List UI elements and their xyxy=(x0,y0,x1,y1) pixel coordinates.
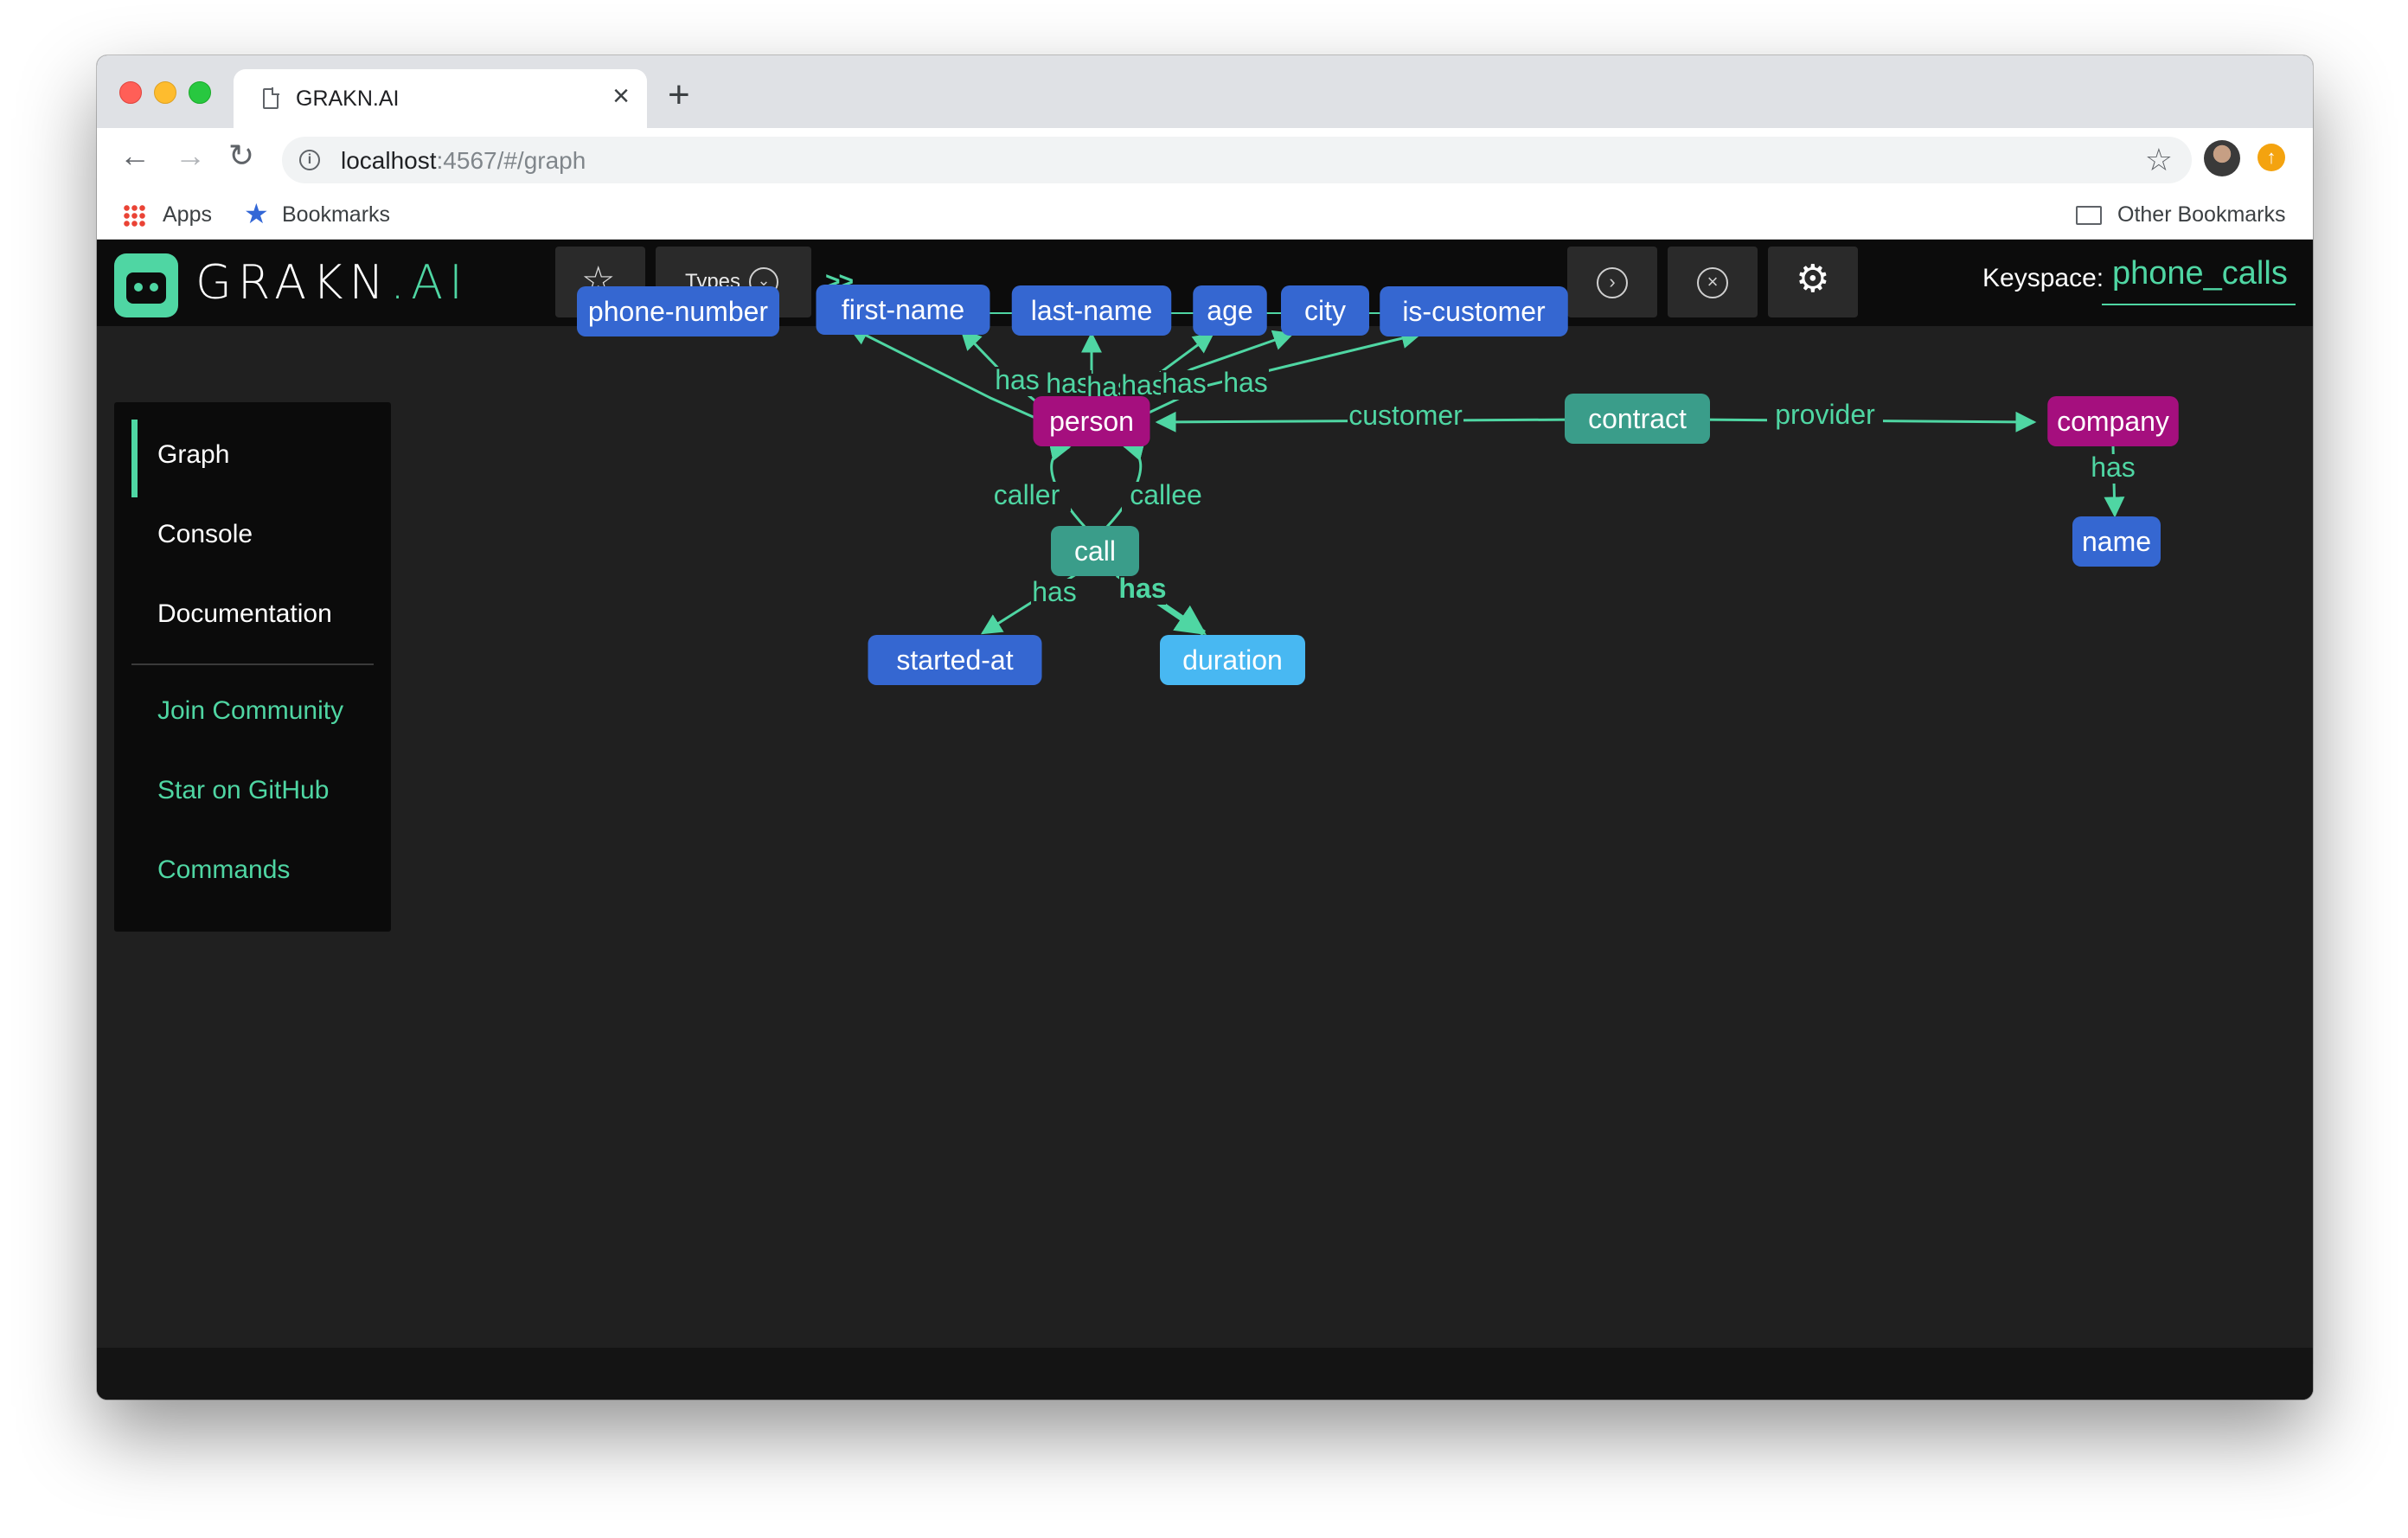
graph-edge-label: customer xyxy=(1348,400,1463,431)
graph-edge-label: has xyxy=(1162,368,1207,399)
graph-node-label: duration xyxy=(1182,644,1283,676)
graph-node-last-name[interactable]: last-name xyxy=(1011,285,1172,336)
graph-visualization[interactable]: has hashashashas hascustomer providerhascal… xyxy=(97,55,2313,1400)
sidebar-item-console[interactable]: Console xyxy=(157,520,253,549)
graph-edge-label: provider xyxy=(1775,399,1875,430)
graph-node-phone-number[interactable]: phone-number xyxy=(577,286,779,336)
graph-node-age[interactable]: age xyxy=(1193,285,1267,336)
graph-node-company[interactable]: company xyxy=(2047,396,2179,446)
graph-node-duration[interactable]: duration xyxy=(1160,635,1305,685)
graph-node-call[interactable]: call xyxy=(1051,526,1139,576)
graph-edge-label: callee xyxy=(1130,479,1202,510)
graph-node-label: started-at xyxy=(896,644,1013,676)
graph-edge-label: has xyxy=(1032,576,1077,607)
sidebar-item-graph[interactable]: Graph xyxy=(157,440,229,470)
graph-node-city[interactable]: city xyxy=(1281,285,1369,336)
graph-edge-label: has xyxy=(2091,452,2136,483)
graph-node-label: contract xyxy=(1588,403,1687,434)
sidebar-link-star-github[interactable]: Star on GitHub xyxy=(157,776,329,805)
graph-edge-label: has xyxy=(1118,573,1166,604)
graph-node-label: city xyxy=(1304,295,1346,326)
graph-edge-label: caller xyxy=(994,479,1060,510)
graph-node-first-name[interactable]: first-name xyxy=(816,285,990,335)
sidebar-link-join-community[interactable]: Join Community xyxy=(157,696,343,726)
graph-node-label: last-name xyxy=(1031,295,1153,326)
graph-node-label: age xyxy=(1207,295,1252,326)
graph-node-label: name xyxy=(2082,526,2151,557)
graph-node-label: first-name xyxy=(842,294,964,325)
graph-node-person[interactable]: person xyxy=(1033,396,1150,446)
graph-edge-label: has xyxy=(1223,367,1268,398)
sidebar-link-commands[interactable]: Commands xyxy=(157,856,290,885)
graph-edge-label: has xyxy=(995,364,1040,395)
sidebar-divider xyxy=(131,663,374,665)
browser-window: GRAKN.AI × + ← → ↻ i localhost:4567/#/gr… xyxy=(97,55,2313,1400)
sidebar: Graph Console Documentation Join Communi… xyxy=(114,402,391,932)
graph-node-label: call xyxy=(1074,535,1116,567)
active-indicator xyxy=(131,420,138,497)
graph-node-name[interactable]: name xyxy=(2072,516,2161,567)
graph-node-is-customer[interactable]: is-customer xyxy=(1380,286,1568,336)
graph-node-label: company xyxy=(2057,406,2169,437)
graph-node-contract[interactable]: contract xyxy=(1565,394,1710,444)
graph-edge-label: has xyxy=(1046,368,1091,399)
graph-node-label: is-customer xyxy=(1402,296,1546,327)
graph-node-started-at[interactable]: started-at xyxy=(868,635,1042,685)
sidebar-item-documentation[interactable]: Documentation xyxy=(157,599,332,629)
graph-node-label: phone-number xyxy=(588,296,768,327)
graph-node-label: person xyxy=(1049,406,1134,437)
graph-edge-label: has xyxy=(1121,369,1166,401)
